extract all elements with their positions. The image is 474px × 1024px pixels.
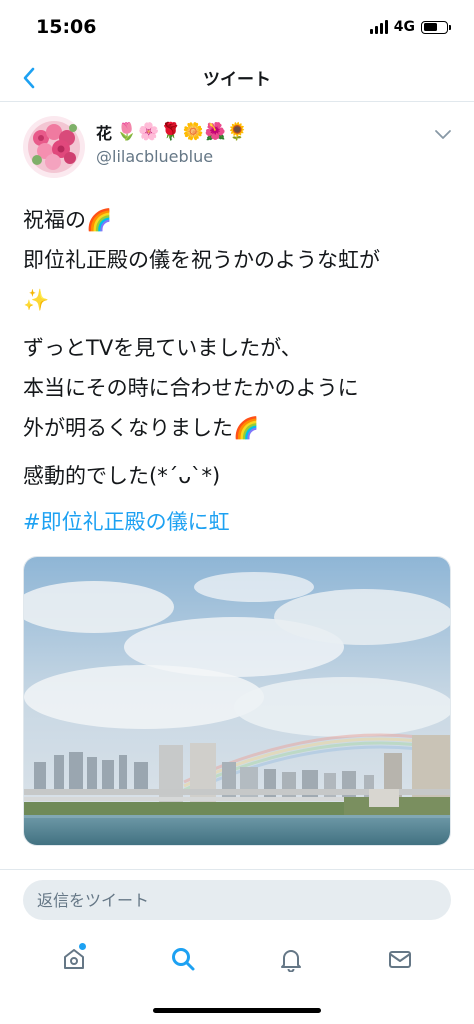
nav-header: ツイート: [0, 56, 474, 102]
tweet-line: 即位礼正殿の儀を祝うかのような虹が: [23, 248, 380, 272]
mail-icon: [388, 951, 411, 968]
tweet-paragraph: 祝福の🌈 即位礼正殿の儀を祝うかのような虹が ✨: [23, 200, 453, 320]
chevron-down-icon: [435, 130, 451, 139]
tweet-line: ずっとTVを見ていましたが、: [23, 336, 302, 360]
avatar[interactable]: [23, 116, 85, 178]
tweet-line: 本当にその時に合わせたかのように: [23, 376, 359, 400]
tweet-options-button[interactable]: [434, 126, 452, 140]
reply-input[interactable]: [23, 880, 451, 920]
tweet-line: 外が明るくなりました🌈: [23, 416, 260, 440]
tab-notifications[interactable]: [266, 934, 316, 984]
battery-icon: [421, 20, 451, 34]
rainbow-cityscape-photo: [24, 557, 450, 845]
tweet-line: 祝福の🌈: [23, 208, 113, 232]
status-indicators: 4G: [369, 19, 451, 35]
tweet-photo[interactable]: [23, 556, 451, 846]
network-type: 4G: [393, 19, 415, 35]
home-indicator: [153, 1008, 321, 1013]
user-handle[interactable]: @lilacblueblue: [96, 147, 213, 166]
page-title: ツイート: [203, 70, 271, 90]
search-icon: [171, 948, 195, 971]
tab-search[interactable]: [158, 934, 208, 984]
user-name-emojis: 🌷🌸🌹🌼🌺🌻: [116, 122, 250, 142]
tab-bar: [0, 929, 474, 989]
bell-icon: [281, 950, 302, 972]
hashtag-link[interactable]: #即位礼正殿の儀に虹: [23, 502, 453, 542]
tab-home[interactable]: [49, 934, 99, 984]
user-name[interactable]: 花 🌷🌸🌹🌼🌺🌻: [96, 120, 249, 144]
reply-bar: [0, 869, 474, 929]
tab-messages[interactable]: [375, 934, 425, 984]
tweet-text: 祝福の🌈 即位礼正殿の儀を祝うかのような虹が ✨ ずっとTVを見ていましたが、 …: [23, 200, 453, 542]
tweet-paragraph: ずっとTVを見ていましたが、 本当にその時に合わせたかのように 外が明るくなりま…: [23, 328, 453, 448]
user-display-name: 花: [96, 124, 113, 143]
flower-bouquet-avatar: [23, 116, 85, 178]
tweet-line: 感動的でした(*´ᴗ`*): [23, 464, 221, 488]
tweet-paragraph: 感動的でした(*´ᴗ`*): [23, 456, 453, 496]
status-time: 15:06: [36, 16, 97, 38]
signal-icon: [369, 20, 388, 34]
status-bar: 15:06 4G: [0, 0, 474, 56]
tweet-line: ✨: [23, 288, 50, 312]
